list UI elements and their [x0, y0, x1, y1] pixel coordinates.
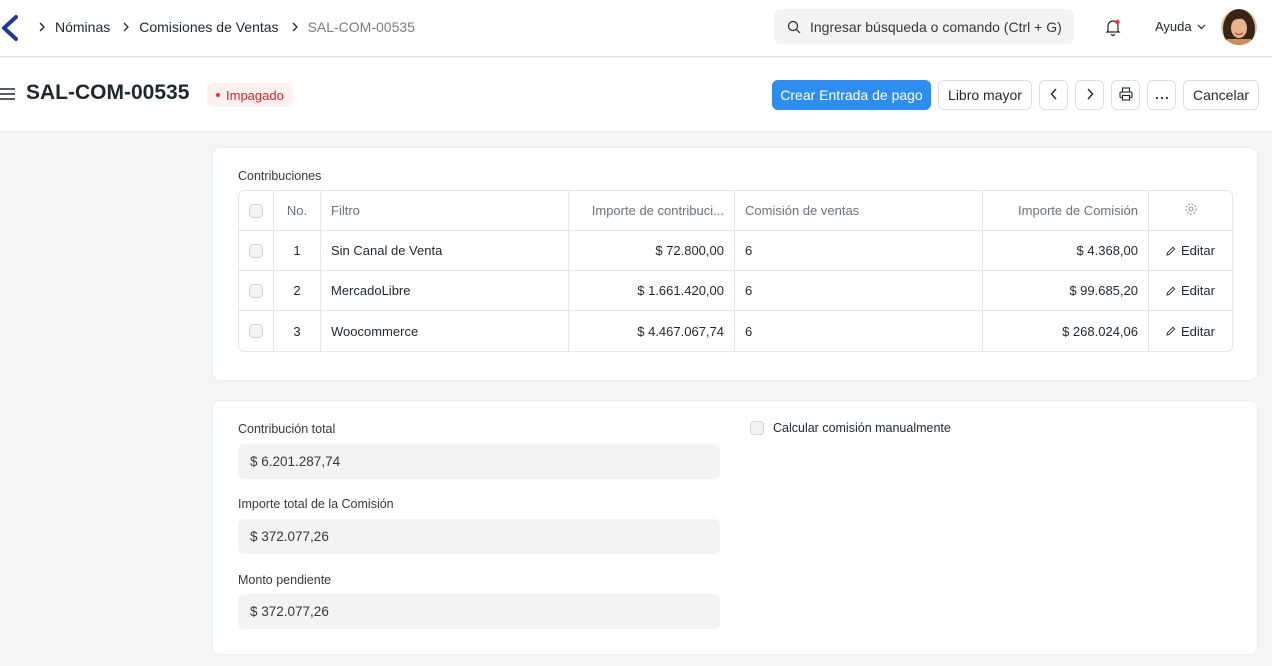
edit-label: Editar [1181, 323, 1215, 339]
total-contribution-label: Contribución total [238, 422, 336, 436]
row-filtro[interactable]: Woocommerce [321, 311, 569, 351]
cancel-button[interactable]: Cancelar [1183, 80, 1259, 110]
select-all-checkbox[interactable] [249, 203, 263, 218]
breadcrumb-item-current[interactable]: SAL-COM-00535 [308, 19, 415, 35]
breadcrumb: Nóminas Comisiones de Ventas SAL-COM-005… [38, 0, 427, 54]
pencil-icon [1166, 246, 1176, 256]
row-importe-comision[interactable]: $ 268.024,06 [983, 311, 1149, 351]
app-logo-icon[interactable] [0, 15, 18, 44]
pencil-icon [1166, 326, 1176, 336]
contributions-card: Contribuciones No. Filtro Importe de con… [212, 147, 1258, 381]
table-row[interactable]: 3 Woocommerce $ 4.467.067,74 6 $ 268.024… [239, 311, 1232, 351]
chevron-right-icon [1086, 87, 1094, 103]
gear-icon[interactable] [1184, 202, 1198, 219]
row-select-cell [239, 231, 274, 270]
status-label: Impagado [226, 87, 284, 103]
manual-commission-checkbox[interactable] [750, 421, 764, 435]
totals-card: Contribución total $ 6.201.287,74 Import… [212, 400, 1258, 655]
previous-button[interactable] [1039, 80, 1068, 110]
contributions-table: No. Filtro Importe de contribuci... Comi… [238, 190, 1233, 352]
row-edit-cell: Editar [1149, 231, 1232, 270]
row-filtro[interactable]: Sin Canal de Venta [321, 231, 569, 270]
avatar[interactable] [1221, 9, 1257, 45]
column-settings-cell [1149, 191, 1232, 230]
notification-bell-icon[interactable] [1104, 18, 1122, 39]
column-header-importe: Importe de contribuci... [569, 191, 735, 230]
row-filtro[interactable]: MercadoLibre [321, 271, 569, 310]
manual-commission-label: Calcular comisión manualmente [773, 421, 951, 435]
help-label: Ayuda [1155, 19, 1192, 34]
page-header: SAL-COM-00535 Impagado Crear Entrada de … [0, 58, 1272, 132]
select-all-cell [239, 191, 274, 230]
pending-amount-label: Monto pendiente [238, 573, 332, 587]
chevron-right-icon [38, 22, 46, 32]
table-row[interactable]: 2 MercadoLibre $ 1.661.420,00 6 $ 99.685… [239, 271, 1232, 311]
edit-label: Editar [1181, 243, 1215, 258]
column-header-importe-comision: Importe de Comisión [983, 191, 1149, 230]
top-navbar: Nóminas Comisiones de Ventas SAL-COM-005… [0, 0, 1272, 57]
row-checkbox[interactable] [249, 324, 263, 338]
row-no: 1 [274, 231, 321, 270]
row-checkbox[interactable] [249, 283, 263, 298]
row-importe[interactable]: $ 1.661.420,00 [569, 271, 735, 310]
row-importe[interactable]: $ 72.800,00 [569, 231, 735, 270]
pending-amount-field[interactable]: $ 372.077,26 [238, 594, 720, 629]
status-dot-icon [216, 93, 220, 97]
more-horizontal-icon [1155, 87, 1169, 103]
column-header-comision: Comisión de ventas [735, 191, 983, 230]
search-placeholder: Ingresar búsqueda o comando (Ctrl + G) [810, 18, 1062, 35]
search-icon [787, 20, 801, 34]
row-checkbox[interactable] [249, 243, 263, 258]
edit-label: Editar [1181, 283, 1215, 298]
chevron-down-icon [1197, 24, 1206, 30]
row-select-cell [239, 311, 274, 351]
page-title: SAL-COM-00535 [26, 81, 190, 104]
more-actions-button[interactable] [1147, 80, 1176, 110]
status-badge: Impagado [207, 83, 293, 107]
search-input[interactable]: Ingresar búsqueda o comando (Ctrl + G) [774, 9, 1074, 44]
row-select-cell [239, 271, 274, 310]
chevron-left-icon [1050, 87, 1058, 103]
row-comision[interactable]: 6 [735, 231, 983, 270]
total-contribution-field[interactable]: $ 6.201.287,74 [238, 444, 720, 479]
manual-commission-option[interactable]: Calcular comisión manualmente [750, 421, 951, 435]
edit-row-button[interactable]: Editar [1166, 243, 1215, 258]
menu-icon[interactable] [0, 87, 15, 104]
column-header-no: No. [274, 191, 321, 230]
contributions-title: Contribuciones [238, 169, 322, 183]
row-edit-cell: Editar [1149, 311, 1232, 351]
row-comision[interactable]: 6 [735, 271, 983, 310]
row-importe-comision[interactable]: $ 4.368,00 [983, 231, 1149, 270]
print-button[interactable] [1111, 80, 1140, 110]
breadcrumb-item-nominas[interactable]: Nóminas [55, 19, 110, 35]
table-header: No. Filtro Importe de contribuci... Comi… [239, 191, 1232, 231]
row-edit-cell: Editar [1149, 271, 1232, 310]
edit-row-button[interactable]: Editar [1166, 283, 1215, 298]
row-importe[interactable]: $ 4.467.067,74 [569, 311, 735, 351]
edit-row-button[interactable]: Editar [1166, 324, 1215, 339]
total-commission-label: Importe total de la Comisión [238, 497, 394, 511]
create-payment-button[interactable]: Crear Entrada de pago [772, 80, 931, 110]
row-comision[interactable]: 6 [735, 311, 983, 351]
row-importe-comision[interactable]: $ 99.685,20 [983, 271, 1149, 310]
table-row[interactable]: 1 Sin Canal de Venta $ 72.800,00 6 $ 4.3… [239, 231, 1232, 271]
next-button[interactable] [1075, 80, 1104, 110]
breadcrumb-item-comisiones[interactable]: Comisiones de Ventas [139, 19, 278, 35]
column-header-filtro: Filtro [321, 191, 569, 230]
printer-icon [1118, 86, 1133, 104]
chevron-right-icon [122, 22, 130, 32]
ledger-button[interactable]: Libro mayor [938, 80, 1032, 110]
chevron-right-icon [291, 22, 299, 32]
row-no: 2 [274, 271, 321, 310]
row-no: 3 [274, 311, 321, 351]
pencil-icon [1166, 286, 1176, 296]
total-commission-field[interactable]: $ 372.077,26 [238, 519, 720, 554]
help-menu[interactable]: Ayuda [1155, 19, 1206, 34]
